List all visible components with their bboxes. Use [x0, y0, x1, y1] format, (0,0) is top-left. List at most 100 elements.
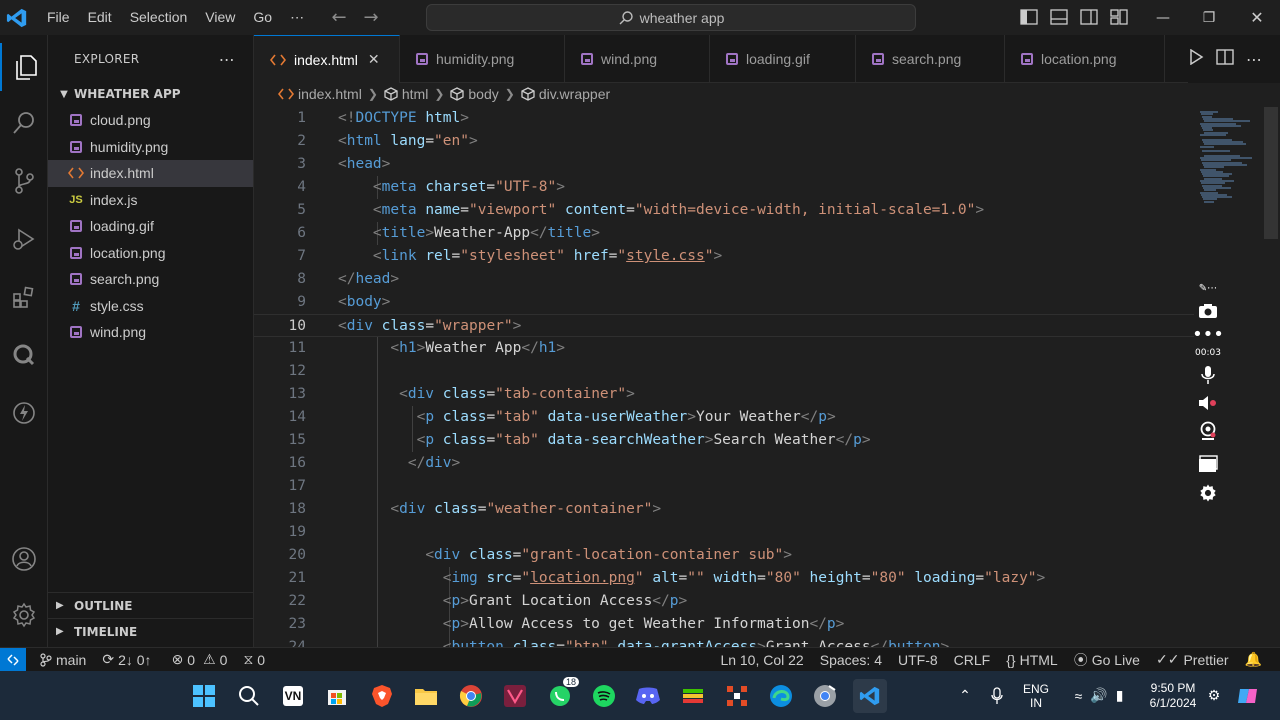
system-tray-status[interactable]: ≈ 🔊 ▮ [1062, 671, 1136, 720]
cursor-position[interactable]: Ln 10, Col 22 [712, 652, 811, 668]
file-item-index-js[interactable]: JS index.js [48, 187, 253, 214]
code-line[interactable]: 4 <meta charset="UTF-8"> [254, 176, 1194, 199]
customize-layout-icon[interactable] [1108, 6, 1130, 28]
live-share-lightning-icon[interactable] [0, 389, 48, 437]
tab-location-png[interactable]: location.png [1005, 35, 1165, 83]
file-item-humidity-png[interactable]: humidity.png [48, 134, 253, 161]
ports-indicator[interactable]: ⧖ 0 [235, 651, 273, 668]
whatsapp-icon[interactable]: 18 [543, 677, 579, 713]
file-item-location-png[interactable]: location.png [48, 240, 253, 267]
code-line[interactable]: 18 <div class="weather-container"> [254, 498, 1194, 521]
more-actions-icon[interactable]: ⋯ [1246, 50, 1262, 69]
microphone-icon[interactable] [1190, 364, 1226, 386]
minimize-icon[interactable]: — [1140, 0, 1186, 35]
menu-edit[interactable]: Edit [79, 0, 121, 35]
line-endings[interactable]: CRLF [946, 652, 999, 668]
split-editor-icon[interactable] [1216, 49, 1234, 69]
vn-app-icon[interactable]: VN [276, 679, 310, 713]
file-item-search-png[interactable]: search.png [48, 266, 253, 293]
menu-more[interactable]: ⋯ [281, 0, 313, 35]
run-debug-icon[interactable] [0, 215, 48, 263]
code-line[interactable]: 9 <body> [254, 291, 1194, 314]
speaker-icon[interactable] [1190, 392, 1226, 414]
show-hidden-icons-icon[interactable]: ⌃ [954, 671, 976, 720]
explorer-icon[interactable] [0, 43, 48, 91]
code-line[interactable]: 7 <link rel="stylesheet" href="style.css… [254, 245, 1194, 268]
close-tab-icon[interactable]: ✕ [368, 51, 380, 68]
indentation[interactable]: Spaces: 4 [812, 652, 890, 668]
language-mode[interactable]: {} HTML [998, 652, 1065, 668]
code-line[interactable]: 14 <p class="tab" data-userWeather>Your … [254, 406, 1194, 429]
code-line[interactable]: 20 <div class="grant-location-container … [254, 544, 1194, 567]
menu-go[interactable]: Go [244, 0, 281, 35]
chrome-dev-icon[interactable] [808, 679, 842, 713]
code-line[interactable]: 17 [254, 475, 1194, 498]
tab-humidity-png[interactable]: humidity.png [400, 35, 565, 83]
command-center-search[interactable]: wheather app [426, 4, 916, 31]
sync-indicator[interactable]: ⟳ 2↓ 0↑ [94, 651, 159, 668]
window-capture-icon[interactable] [1190, 454, 1226, 474]
search-icon[interactable] [0, 99, 48, 147]
code-line[interactable]: 6 <title>Weather-App</title> [254, 222, 1194, 245]
tab-wind-png[interactable]: wind.png [565, 35, 710, 83]
tab-search-png[interactable]: search.png [856, 35, 1005, 83]
recorder-more-icon[interactable]: ••• [1190, 326, 1226, 344]
code-line[interactable]: 8 </head> [254, 268, 1194, 291]
discord-icon[interactable] [631, 679, 665, 713]
restore-icon[interactable]: ❐ [1186, 0, 1232, 35]
clock[interactable]: 9:50 PM 6/1/2024 [1140, 671, 1206, 720]
webcam-icon[interactable] [1190, 420, 1226, 442]
camera-icon[interactable] [1190, 300, 1226, 322]
file-item-index-html[interactable]: index.html [48, 160, 253, 187]
timeline-section[interactable]: ▶ TIMELINE [48, 618, 254, 644]
tray-microphone-icon[interactable] [986, 671, 1008, 720]
toggle-secondary-sidebar-icon[interactable] [1078, 6, 1100, 28]
go-live-button[interactable]: ⦿ Go Live [1066, 650, 1148, 670]
file-explorer-icon[interactable] [409, 679, 443, 713]
code-line[interactable]: 1 <!DOCTYPE html> [254, 107, 1194, 130]
code-line[interactable]: 12 [254, 360, 1194, 383]
chrome-icon[interactable] [454, 679, 488, 713]
taskbar-search-icon[interactable] [232, 679, 266, 713]
explorer-more-icon[interactable]: ⋯ [219, 50, 235, 69]
code-line[interactable]: 19 [254, 521, 1194, 544]
file-item-cloud-png[interactable]: cloud.png [48, 107, 253, 134]
menu-view[interactable]: View [196, 0, 244, 35]
problems-indicator[interactable]: ⊗ 0 ⚠ 0 [164, 651, 236, 668]
affinity-app-icon[interactable] [498, 679, 532, 713]
code-line[interactable]: 2 <html lang="en"> [254, 130, 1194, 153]
code-line[interactable]: 16 </div> [254, 452, 1194, 475]
notifications-bell-icon[interactable]: 🔔 [1237, 651, 1270, 668]
code-line[interactable]: 24 <button class="btn" data-grantAccess>… [254, 636, 1194, 647]
spotify-icon[interactable] [587, 679, 621, 713]
code-line[interactable]: 10 <div class="wrapper"> [254, 314, 1194, 337]
remote-icon[interactable] [0, 647, 26, 672]
file-item-wind-png[interactable]: wind.png [48, 319, 253, 346]
source-control-icon[interactable] [0, 157, 48, 205]
prettier-button[interactable]: ✓✓ Prettier [1148, 651, 1237, 668]
breadcrumb-html[interactable]: html [384, 86, 428, 102]
brave-browser-icon[interactable] [365, 679, 399, 713]
copilot-icon[interactable] [1234, 671, 1262, 720]
breadcrumb-body[interactable]: body [450, 86, 499, 102]
close-window-icon[interactable]: ✕ [1234, 0, 1280, 35]
code-line[interactable]: 22 <p>Grant Location Access</p> [254, 590, 1194, 613]
toggle-panel-icon[interactable] [1048, 6, 1070, 28]
account-icon[interactable] [0, 535, 48, 583]
tab-index-html[interactable]: index.html ✕ [254, 35, 400, 83]
settings-gear-icon[interactable] [0, 591, 48, 639]
code-line[interactable]: 15 <p class="tab" data-searchWeather>Sea… [254, 429, 1194, 452]
code-line[interactable]: 5 <meta name="viewport" content="width=d… [254, 199, 1194, 222]
menu-file[interactable]: File [38, 0, 79, 35]
run-play-icon[interactable] [1188, 48, 1204, 69]
microsoft-store-icon[interactable] [320, 679, 354, 713]
code-editor[interactable]: 1 <!DOCTYPE html> 2 <html lang="en"> 3 <head>… [254, 107, 1194, 647]
forward-arrow-icon[interactable]: → [355, 7, 387, 28]
recorder-handle-icon[interactable]: ✎⋯ [1190, 280, 1226, 296]
code-line[interactable]: 11 <h1>Weather App</h1> [254, 337, 1194, 360]
tab-loading-gif[interactable]: loading.gif [710, 35, 856, 83]
edge-icon[interactable] [764, 679, 798, 713]
menu-selection[interactable]: Selection [121, 0, 197, 35]
language-indicator[interactable]: ENG IN [1016, 671, 1056, 720]
extensions-icon[interactable] [0, 273, 48, 321]
